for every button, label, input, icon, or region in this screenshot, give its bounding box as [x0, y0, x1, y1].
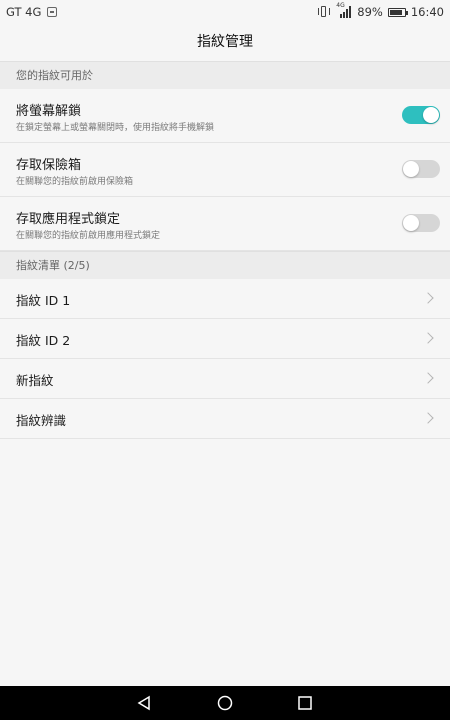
navigation-bar [0, 686, 450, 720]
recents-square-icon [298, 696, 312, 710]
home-button[interactable] [205, 686, 245, 720]
setting-title: 存取保險箱 [16, 158, 82, 173]
setting-subtitle: 在關聯您的指紋前啟用應用程式鎖定 [16, 231, 161, 241]
battery-percent: 89% [357, 5, 383, 19]
battery-fill [389, 9, 403, 15]
status-bar: GT 4G 4G 89% 16:40 [0, 0, 450, 24]
battery-icon [387, 7, 408, 17]
recents-button[interactable] [285, 686, 325, 720]
page-title: 指紋管理 [197, 34, 253, 50]
setting-row-screen-unlock[interactable]: 將螢幕解鎖 在鎖定螢幕上或螢幕關閉時，使用指紋將手機解鎖 [0, 89, 450, 143]
home-circle-icon [217, 695, 233, 711]
new-fingerprint-item[interactable]: 新指紋 [0, 359, 450, 399]
fingerprint-recognition-item[interactable]: 指紋辨識 [0, 399, 450, 439]
back-triangle-icon [137, 695, 150, 711]
chevron-right-icon [422, 292, 434, 304]
list-item-label: 指紋 ID 1 [16, 293, 71, 308]
safe-toggle[interactable] [402, 160, 440, 178]
chevron-right-icon [422, 332, 434, 344]
toggle-knob [423, 107, 439, 123]
fingerprint-item-2[interactable]: 指紋 ID 2 [0, 319, 450, 359]
list-item-label: 新指紋 [16, 373, 54, 388]
app-lock-toggle[interactable] [402, 214, 440, 232]
list-item-label: 指紋 ID 2 [16, 333, 71, 348]
section-header-usage: 您的指紋可用於 [0, 61, 450, 89]
toggle-knob [403, 161, 419, 177]
network-type-label: 4G [336, 2, 345, 9]
clock: 16:40 [410, 5, 444, 19]
chevron-right-icon [422, 372, 434, 384]
vibrate-icon [317, 6, 331, 18]
toggle-knob [403, 215, 419, 231]
list-item-label: 指紋辨識 [16, 413, 67, 428]
fingerprint-item-1[interactable]: 指紋 ID 1 [0, 279, 450, 319]
status-right: 4G 89% 16:40 [317, 2, 444, 19]
chevron-right-icon [422, 412, 434, 424]
signal-icon: 4G [336, 2, 352, 18]
setting-subtitle: 在鎖定螢幕上或螢幕關閉時，使用指紋將手機解鎖 [16, 123, 215, 133]
setting-title: 存取應用程式鎖定 [16, 212, 121, 227]
carrier-label: GT 4G [6, 5, 42, 19]
notification-icon [47, 7, 58, 17]
back-button[interactable] [124, 686, 164, 720]
section-header-fingerprint-list: 指紋清單 (2/5) [0, 251, 450, 279]
setting-subtitle: 在關聯您的指紋前啟用保險箱 [16, 177, 134, 187]
screen-unlock-toggle[interactable] [402, 106, 440, 124]
setting-row-safe[interactable]: 存取保險箱 在關聯您的指紋前啟用保險箱 [0, 143, 450, 197]
title-bar: 指紋管理 [0, 24, 450, 61]
setting-row-app-lock[interactable]: 存取應用程式鎖定 在關聯您的指紋前啟用應用程式鎖定 [0, 197, 450, 251]
status-left: GT 4G [6, 5, 58, 19]
setting-title: 將螢幕解鎖 [16, 104, 82, 119]
